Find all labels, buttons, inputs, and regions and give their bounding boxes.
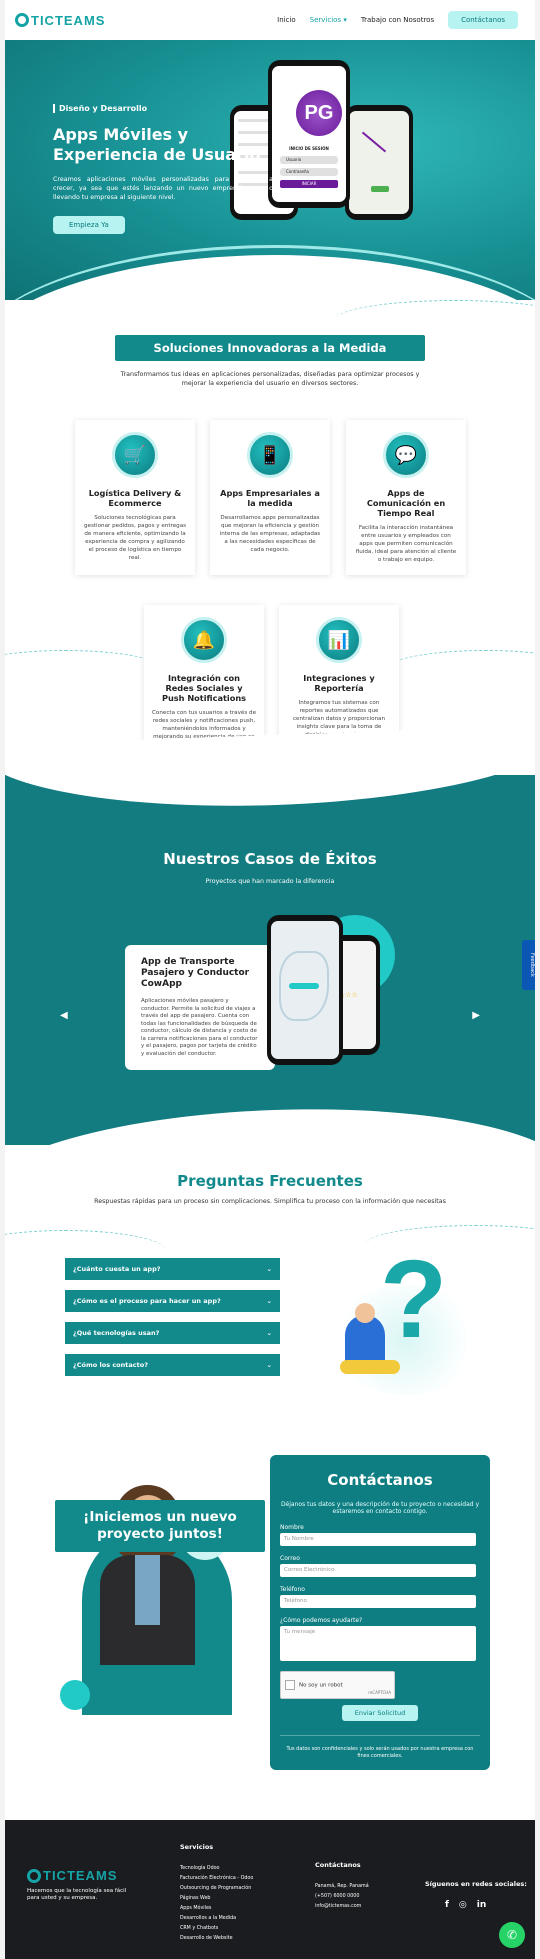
faq-item[interactable]: ¿Cómo los contacto? ⌄ [65, 1354, 280, 1376]
logo-icon [15, 13, 29, 27]
service-card: 🛒 Logística Delivery & Ecommerce Solucio… [75, 420, 195, 575]
faq-title: Preguntas Frecuentes [177, 1172, 363, 1190]
phone-label: Teléfono [280, 1586, 305, 1593]
contact-nav-button[interactable]: Contáctanos [448, 11, 518, 29]
carousel-next-arrow-icon[interactable]: ▶ [472, 1010, 480, 1021]
name-label: Nombre [280, 1524, 304, 1531]
cases-section: Nuestros Casos de Éxitos Proyectos que h… [5, 724, 535, 1201]
footer-tagline: Hacemos que la tecnología sea fácil para… [27, 1888, 127, 1901]
contact-banner: ¡Iniciemos un nuevo proyecto juntos! [55, 1500, 265, 1552]
contact-illustration [60, 1455, 270, 1725]
phone-mockup-right [345, 105, 413, 220]
service-card-text: Desarrollamos apps personalizadas que me… [219, 515, 321, 553]
message-field[interactable]: Tu mensaje [280, 1626, 476, 1661]
linkedin-icon[interactable]: in [477, 1900, 487, 1910]
footer-link[interactable]: Outsourcing de Programación [180, 1884, 253, 1894]
contact-desc: Déjanos tus datos y una descripción de t… [280, 1501, 480, 1515]
faq-item[interactable]: ¿Qué tecnologías usan? ⌄ [65, 1322, 280, 1344]
hero-cta-button[interactable]: Empieza Ya [53, 216, 125, 234]
feedback-tab[interactable]: Feedback [522, 940, 535, 990]
captcha-checkbox[interactable] [285, 1680, 295, 1690]
site-footer: TICTEAMS Hacemos que la tecnología sea f… [5, 1820, 535, 1959]
footer-social: Síguenos en redes sociales: f ◎ in [425, 1880, 527, 1910]
question-mark-icon: ? [380, 1238, 448, 1361]
instagram-icon[interactable]: ◎ [459, 1900, 467, 1910]
case-text: Aplicaciones móviles pasajero y conducto… [141, 998, 258, 1057]
faq-item[interactable]: ¿Cómo es el proceso para hacer un app? ⌄ [65, 1290, 280, 1312]
service-card-text: Soluciones tecnológicas para gestionar p… [83, 515, 187, 561]
service-card-title: Integraciones y Reportería [303, 673, 375, 693]
email-field[interactable]: Correo Electrónico [280, 1564, 476, 1577]
case-card: App de Transporte Pasajero y Conductor C… [125, 945, 275, 1070]
name-field[interactable]: Tu Nombre [280, 1533, 476, 1546]
recaptcha-widget[interactable]: No soy un robot reCAPTCHA [280, 1671, 395, 1699]
chevron-down-icon: ⌄ [266, 1361, 272, 1369]
decor-dotted-line [335, 300, 535, 340]
page: TICTEAMS Inicio Servicios ▾ Trabajo con … [5, 0, 535, 1959]
footer-link[interactable]: Apps Móviles [180, 1904, 253, 1914]
footer-link[interactable]: Tecnología Odoo [180, 1864, 253, 1874]
privacy-note: Tus datos son confidenciales y solo será… [280, 1735, 480, 1760]
nav-servicios[interactable]: Servicios ▾ [310, 16, 347, 24]
service-card-title: Logística Delivery & Ecommerce [88, 488, 182, 508]
chevron-down-icon: ▾ [343, 16, 347, 24]
decor-dotted-line [5, 650, 165, 690]
footer-link[interactable]: Facturación Electrónica - Odoo [180, 1874, 253, 1884]
nav-inicio[interactable]: Inicio [277, 16, 296, 24]
solutions-desc: Transformamos tus ideas en aplicaciones … [120, 371, 420, 387]
footer-contact: Contáctanos Panamá, Rep. Panamá (+507) 6… [315, 1861, 369, 1909]
carousel-prev-arrow-icon[interactable]: ◀ [60, 1010, 68, 1021]
cases-subtitle: Proyectos que han marcado la diferencia [205, 878, 335, 885]
footer-link[interactable]: Páginas Web [180, 1894, 253, 1904]
nav-trabajo[interactable]: Trabajo con Nosotros [361, 16, 434, 24]
footer-logo[interactable]: TICTEAMS [27, 1868, 117, 1883]
hero-text: Creamos aplicaciones móviles personaliza… [53, 176, 273, 201]
case-phone-front [267, 915, 343, 1065]
case-title: App de Transporte Pasajero y Conductor C… [141, 957, 250, 989]
service-card-title: Apps de Comunicación en Tiempo Real [366, 488, 446, 518]
solutions-title: Soluciones Innovadoras a la Medida [115, 335, 425, 361]
service-card: 💬 Apps de Comunicación en Tiempo Real Fa… [346, 420, 466, 575]
hero-section: Diseño y Desarrollo Apps Móviles y Exper… [5, 40, 535, 300]
service-card-title: Apps Empresariales a la medida [220, 488, 320, 508]
hero-title: Apps Móviles y Experiencia de Usuario [53, 125, 261, 164]
whatsapp-icon[interactable]: ✆ [499, 1922, 525, 1948]
service-card-text: Facilita la interacción instantánea entr… [355, 525, 457, 563]
message-label: ¿Cómo podemos ayudarte? [280, 1617, 363, 1624]
pg-logo: PG [296, 90, 342, 136]
phone-mockup-center: PG INICIO DE SESIÓN Usuario Contraseña I… [268, 60, 350, 208]
phone-field[interactable]: Teléfono [280, 1595, 476, 1608]
chevron-down-icon: ⌄ [266, 1297, 272, 1305]
footer-services: Servicios Tecnología Odoo Facturación El… [180, 1842, 253, 1944]
footer-link[interactable]: CRM y Chatbots [180, 1924, 253, 1934]
contact-form: Contáctanos Déjanos tus datos y una desc… [270, 1455, 490, 1770]
chat-icon: 💬 [383, 432, 429, 478]
footer-link[interactable]: Desarrollos a la Medida [180, 1914, 253, 1924]
cases-wave-top [5, 724, 535, 816]
chevron-down-icon: ⌄ [266, 1265, 272, 1273]
service-card: 📱 Apps Empresariales a la medida Desarro… [210, 420, 330, 575]
facebook-icon[interactable]: f [445, 1900, 449, 1910]
cases-title: Nuestros Casos de Éxitos [163, 850, 377, 868]
social-push-icon: 🔔 [181, 617, 227, 663]
main-nav: Inicio Servicios ▾ Trabajo con Nosotros … [270, 11, 525, 29]
site-header: TICTEAMS Inicio Servicios ▾ Trabajo con … [5, 0, 535, 40]
submit-button[interactable]: Enviar Solicitud [342, 1705, 418, 1721]
email-label: Correo [280, 1555, 300, 1562]
decor-dotted-line [385, 650, 535, 690]
contact-title: Contáctanos [327, 1471, 433, 1489]
chevron-down-icon: ⌄ [266, 1329, 272, 1337]
hero-eyebrow: Diseño y Desarrollo [53, 104, 273, 113]
delivery-icon: 🛒 [112, 432, 158, 478]
faq-subtitle: Respuestas rápidas para un proceso sin c… [94, 1198, 446, 1205]
enterprise-app-icon: 📱 [247, 432, 293, 478]
logo-icon [27, 1868, 41, 1883]
brand-logo[interactable]: TICTEAMS [15, 13, 105, 28]
faq-illustration: ? [330, 1238, 480, 1395]
faq-item[interactable]: ¿Cuánto cuesta un app? ⌄ [65, 1258, 280, 1280]
footer-link[interactable]: Desarrollo de Website [180, 1934, 253, 1944]
service-card-title: Integración con Redes Sociales y Push No… [161, 673, 247, 703]
reports-icon: 📊 [316, 617, 362, 663]
